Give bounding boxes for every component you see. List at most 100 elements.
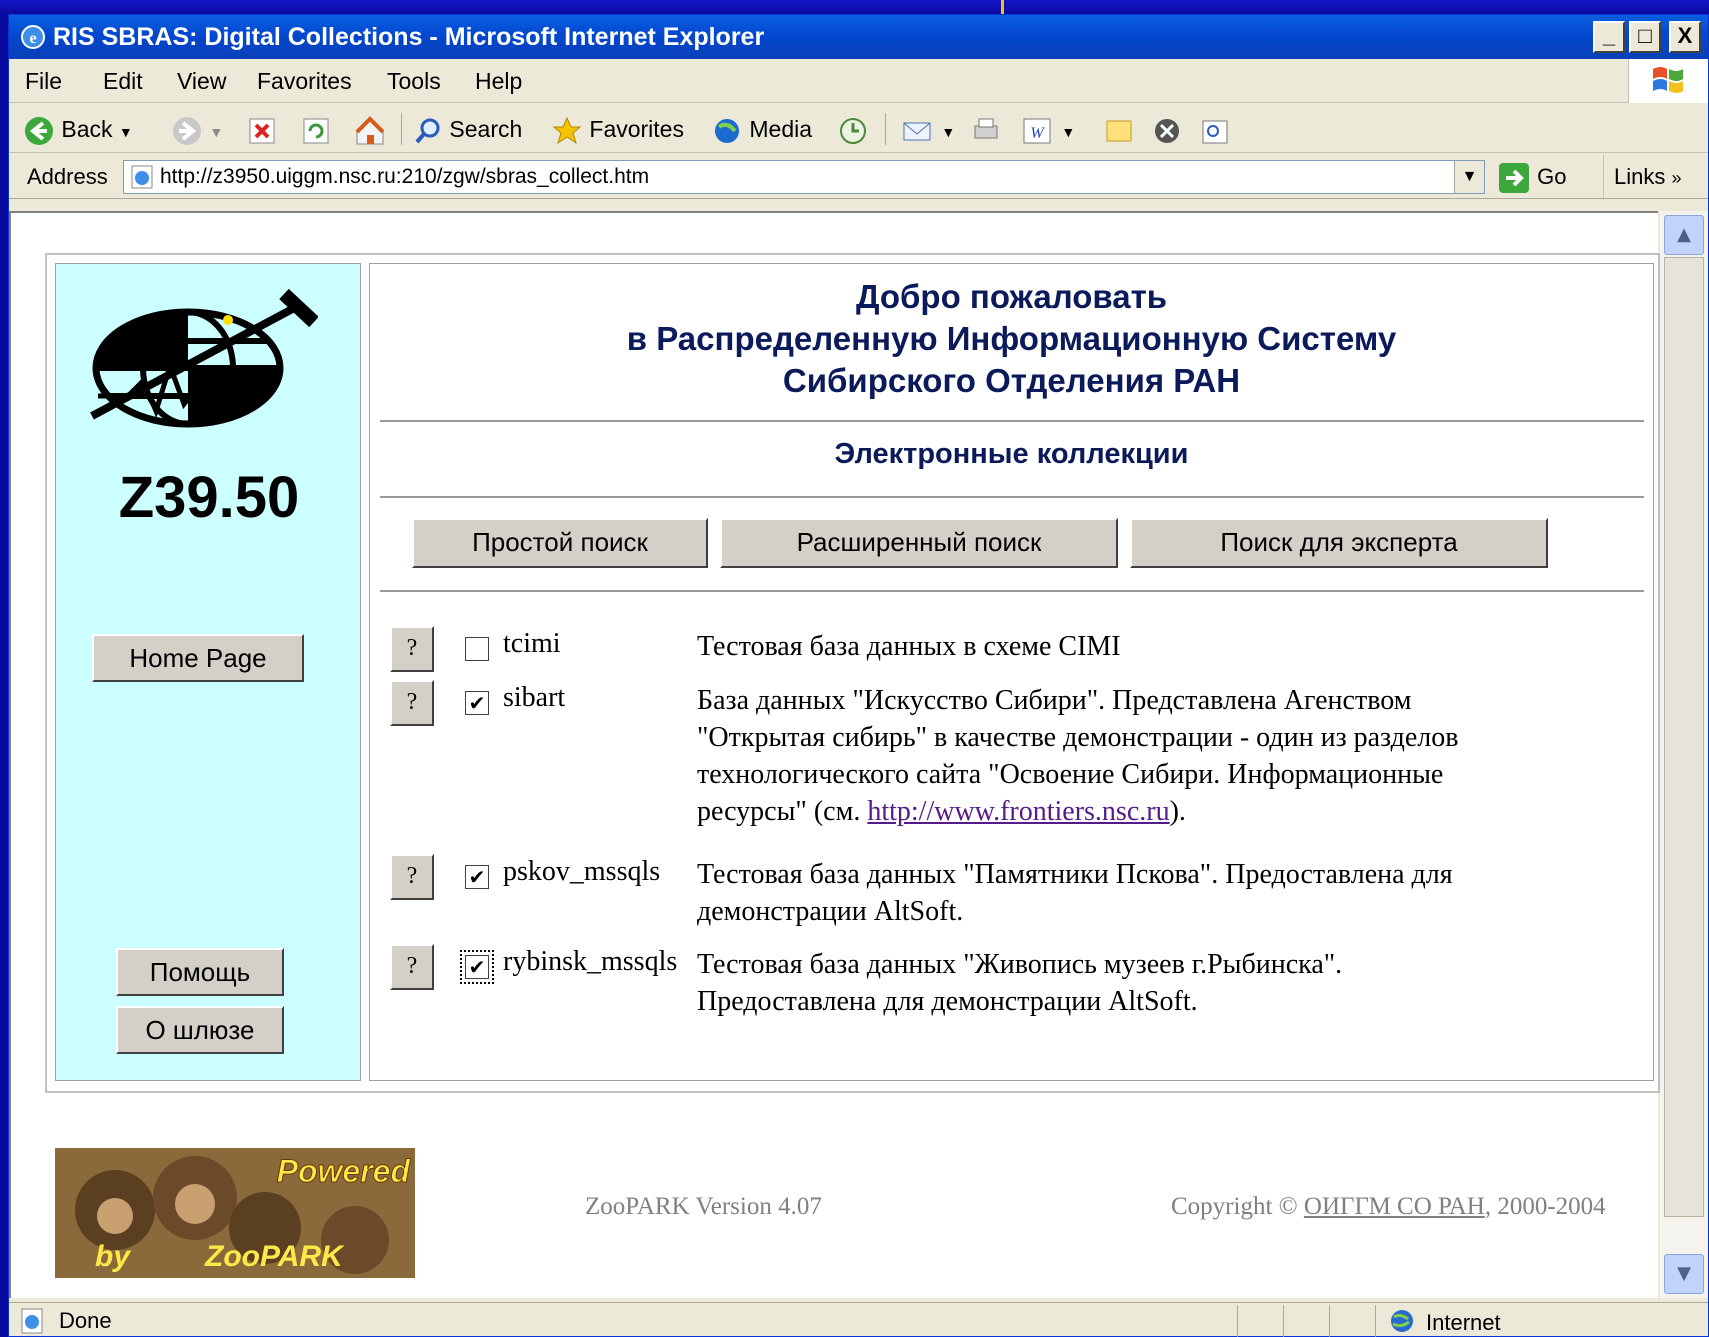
favorites-button[interactable]: Favorites — [551, 105, 684, 153]
db-name: pskov_mssqls — [503, 856, 661, 887]
maximize-button[interactable]: □ — [1629, 21, 1661, 53]
menu-tools[interactable]: Tools — [387, 59, 441, 103]
refresh-button[interactable] — [301, 105, 331, 153]
menu-favorites[interactable]: Favorites — [257, 59, 352, 103]
forward-button[interactable]: ▼ — [171, 105, 223, 153]
about-gateway-button[interactable]: О шлюзе — [116, 1006, 284, 1054]
messenger-button[interactable] — [1151, 105, 1183, 153]
db-checkbox-tcimi[interactable] — [465, 637, 489, 661]
print-icon — [974, 118, 998, 139]
home-button[interactable] — [353, 105, 387, 153]
db-info-button[interactable]: ? — [390, 854, 434, 900]
links-label: Links — [1614, 164, 1666, 189]
divider — [380, 496, 1644, 498]
scroll-thumb[interactable] — [1664, 257, 1704, 1217]
home-page-button[interactable]: Home Page — [92, 634, 304, 682]
standard-toolbar: Back ▼ ▼ Search Favorites Media ▼ W ▼ — [9, 105, 1708, 153]
toolbar-separator — [401, 113, 402, 145]
search-label: Search — [449, 116, 523, 142]
mail-dropdown-icon: ▼ — [941, 124, 956, 140]
frontiers-link[interactable]: http://www.frontiers.nsc.ru — [867, 796, 1169, 827]
status-bar: Done Internet — [9, 1302, 1708, 1337]
sidebar: Z39.50 Home Page Помощь О шлюзе — [55, 263, 361, 1081]
db-description: База данных "Искусство Сибири". Представ… — [697, 682, 1517, 830]
mail-icon — [903, 122, 931, 141]
db-name: tcimi — [503, 628, 561, 659]
db-info-button[interactable]: ? — [390, 944, 434, 990]
search-button[interactable]: Search — [413, 105, 522, 153]
db-checkbox-pskov[interactable]: ✔ — [465, 865, 489, 889]
copyright-suffix: , 2000-2004 — [1484, 1193, 1606, 1220]
go-button[interactable]: Go — [1497, 155, 1566, 199]
expert-search-button[interactable]: Поиск для эксперта — [1130, 518, 1548, 568]
status-cell — [1329, 1305, 1375, 1337]
menu-view[interactable]: View — [177, 59, 226, 103]
page-icon — [131, 165, 153, 189]
back-dropdown-icon: ▼ — [118, 124, 133, 140]
stop-button[interactable] — [247, 105, 277, 153]
welcome-line-2: в Распределенную Информационную Систему — [626, 320, 1397, 357]
menu-help[interactable]: Help — [475, 59, 522, 103]
back-button[interactable]: Back ▼ — [23, 105, 133, 153]
forward-arrow-icon — [173, 116, 201, 145]
go-arrow-icon — [1499, 163, 1529, 194]
divider — [380, 590, 1644, 592]
scroll-down-icon[interactable]: ▼ — [1664, 1254, 1704, 1294]
address-bar: Address http://z3950.uiggm.nsc.ru:210/zg… — [9, 155, 1708, 200]
discuss-button[interactable] — [1103, 105, 1135, 153]
print-button[interactable] — [969, 105, 1001, 153]
address-input[interactable]: http://z3950.uiggm.nsc.ru:210/zgw/sbras_… — [123, 160, 1485, 194]
research-icon — [1202, 120, 1228, 144]
db-checkbox-sibart[interactable]: ✔ — [465, 691, 489, 715]
page-content: Z39.50 Home Page Помощь О шлюзе Добро по… — [9, 211, 1660, 1298]
mail-button[interactable]: ▼ — [901, 105, 955, 153]
db-name: sibart — [503, 682, 566, 713]
close-button[interactable]: X — [1669, 21, 1701, 53]
menu-file[interactable]: File — [25, 59, 62, 103]
help-button[interactable]: Помощь — [116, 948, 284, 996]
word-icon: W — [1023, 118, 1051, 144]
media-icon — [715, 118, 739, 143]
edit-word-button[interactable]: W ▼ — [1021, 105, 1075, 153]
zone-cell: Internet — [1375, 1305, 1675, 1337]
copyright: Copyright © ОИГГМ СО РАН, 2000-2004 — [1171, 1193, 1606, 1221]
powered-text: Powered — [277, 1153, 412, 1189]
links-button[interactable]: Links » — [1603, 155, 1682, 200]
divider — [380, 420, 1644, 422]
back-arrow-icon — [25, 116, 53, 145]
welcome-line-3: Сибирского Отделения РАН — [782, 362, 1241, 399]
favorites-label: Favorites — [589, 116, 684, 142]
history-button[interactable] — [837, 105, 869, 153]
status-cell — [1283, 1305, 1329, 1337]
desktop-background — [0, 0, 1709, 14]
db-name: rybinsk_mssqls — [503, 946, 678, 977]
minimize-button[interactable]: _ — [1593, 21, 1625, 53]
messenger-icon — [1155, 118, 1179, 143]
db-info-button[interactable]: ? — [390, 680, 434, 726]
simple-search-button[interactable]: Простой поиск — [412, 518, 708, 568]
copyright-link[interactable]: ОИГГМ СО РАН — [1304, 1193, 1485, 1220]
go-label: Go — [1537, 164, 1567, 189]
media-button[interactable]: Media — [711, 105, 812, 153]
welcome-line-1: Добро пожаловать — [855, 278, 1168, 315]
db-checkbox-rybinsk[interactable]: ✔ — [460, 950, 494, 984]
zone-text: Internet — [1426, 1310, 1501, 1335]
advanced-search-button[interactable]: Расширенный поиск — [720, 518, 1118, 568]
by-text: by — [95, 1240, 131, 1273]
db-description: Тестовая база данных в схеме CIMI — [697, 631, 1121, 662]
media-label: Media — [749, 116, 813, 142]
slide-marker — [1001, 0, 1004, 14]
window-title: RIS SBRAS: Digital Collections - Microso… — [53, 23, 765, 51]
vertical-scrollbar[interactable]: ▲ ▼ — [1660, 211, 1708, 1298]
address-label: Address — [27, 164, 108, 189]
address-url: http://z3950.uiggm.nsc.ru:210/zgw/sbras_… — [160, 165, 650, 188]
research-button[interactable] — [1199, 105, 1231, 153]
db-info-button[interactable]: ? — [390, 626, 434, 672]
windows-logo — [1628, 59, 1708, 103]
address-dropdown-icon[interactable]: ▼ — [1454, 161, 1484, 193]
main-pane: Добро пожаловать в Распределенную Информ… — [369, 263, 1654, 1081]
scroll-up-icon[interactable]: ▲ — [1664, 215, 1704, 255]
menu-edit[interactable]: Edit — [103, 59, 143, 103]
forward-dropdown-icon: ▼ — [209, 124, 224, 140]
star-icon — [552, 116, 582, 145]
